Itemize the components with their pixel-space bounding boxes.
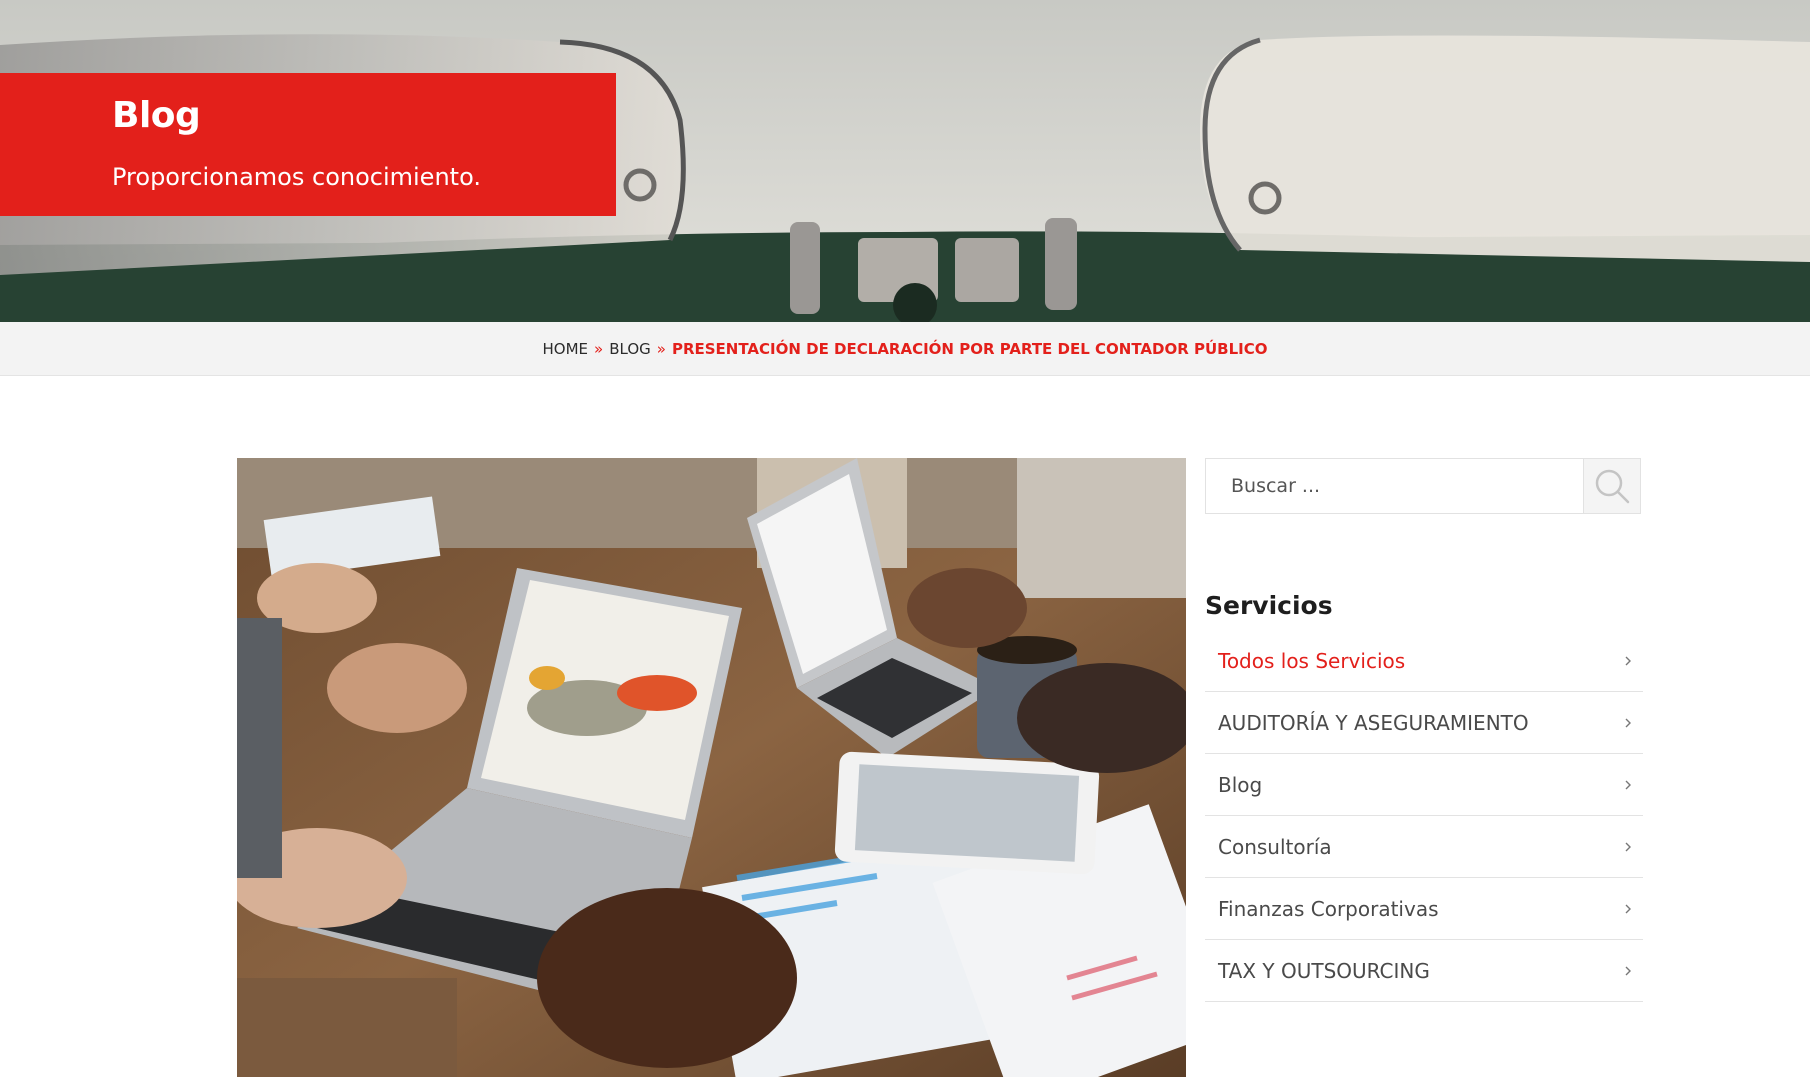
- service-item-consultoria[interactable]: Consultoría: [1205, 816, 1643, 878]
- service-item-label: TAX Y OUTSOURCING: [1218, 958, 1430, 983]
- service-item-finanzas-corporativas[interactable]: Finanzas Corporativas: [1205, 878, 1643, 940]
- search-form: [1205, 458, 1641, 514]
- service-item-todos-los-servicios[interactable]: Todos los Servicios: [1205, 630, 1643, 692]
- breadcrumb-home-link[interactable]: HOME: [543, 340, 589, 358]
- page-title: Blog: [112, 95, 201, 136]
- search-input[interactable]: [1206, 459, 1583, 513]
- breadcrumb: HOME » BLOG » PRESENTACIÓN DE DECLARACIÓ…: [0, 322, 1810, 376]
- breadcrumb-current-page: PRESENTACIÓN DE DECLARACIÓN POR PARTE DE…: [671, 339, 1268, 358]
- service-item-label: Todos los Servicios: [1218, 648, 1406, 673]
- service-item-label: AUDITORÍA Y ASEGURAMIENTO: [1218, 710, 1529, 735]
- chevron-right-icon: [1625, 966, 1631, 975]
- chevron-right-icon: [1625, 718, 1631, 727]
- hero-title-banner: Blog Proporcionamos conocimiento.: [0, 73, 616, 216]
- services-list: Todos los Servicios AUDITORÍA Y ASEGURAM…: [1205, 630, 1643, 1002]
- chevron-right-icon: [1625, 656, 1631, 665]
- chevron-right-icon: [1625, 904, 1631, 913]
- breadcrumb-blog-link[interactable]: BLOG: [609, 340, 651, 358]
- breadcrumb-separator: »: [656, 339, 666, 358]
- page-subtitle: Proporcionamos conocimiento.: [112, 163, 481, 191]
- search-icon: [1595, 469, 1630, 504]
- service-item-label: Consultoría: [1218, 834, 1332, 859]
- page-hero: Blog Proporcionamos conocimiento.: [0, 0, 1810, 322]
- service-item-label: Blog: [1218, 772, 1263, 797]
- service-item-label: Finanzas Corporativas: [1218, 896, 1439, 921]
- services-widget-title: Servicios: [1205, 591, 1333, 620]
- service-item-auditoria[interactable]: AUDITORÍA Y ASEGURAMIENTO: [1205, 692, 1643, 754]
- breadcrumb-separator: »: [594, 339, 604, 358]
- chevron-right-icon: [1625, 780, 1631, 789]
- article-featured-image: [237, 458, 1186, 1077]
- service-item-tax-y-outsourcing[interactable]: TAX Y OUTSOURCING: [1205, 940, 1643, 1002]
- search-button[interactable]: [1583, 459, 1640, 513]
- service-item-blog[interactable]: Blog: [1205, 754, 1643, 816]
- chevron-right-icon: [1625, 842, 1631, 851]
